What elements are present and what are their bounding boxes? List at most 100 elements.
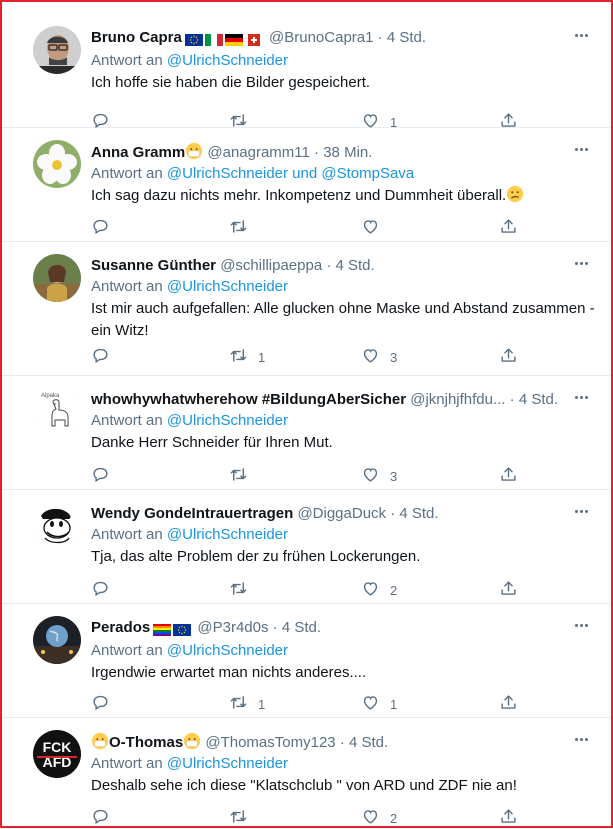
- reply-button[interactable]: [91, 694, 120, 714]
- display-name[interactable]: O-Thomas: [109, 734, 183, 751]
- display-name[interactable]: Anna Gramm: [91, 144, 185, 161]
- avatar[interactable]: [33, 26, 81, 74]
- separator-dot: ·: [390, 505, 396, 522]
- user-handle[interactable]: @ThomasTomy123: [205, 734, 335, 751]
- timestamp[interactable]: 4 Std.: [336, 257, 375, 274]
- reply-context: Antwort an @UlrichSchneider: [91, 753, 597, 775]
- flag-ch-icon: [247, 34, 260, 47]
- separator-dot: ·: [272, 619, 278, 636]
- share-button[interactable]: [499, 694, 518, 714]
- heart-icon: [361, 346, 380, 368]
- mask-face-icon: [183, 732, 201, 751]
- tweet-item[interactable]: Anna Gramm @anagramm11 · 38 Min. Antwort …: [2, 128, 611, 242]
- reply-button[interactable]: [91, 808, 120, 828]
- retweet-icon: [229, 579, 248, 601]
- reply-icon: [91, 217, 110, 239]
- reply-to-link[interactable]: @UlrichSchneider: [167, 642, 288, 659]
- reply-button[interactable]: [91, 347, 120, 367]
- retweet-button[interactable]: [229, 580, 258, 600]
- share-button[interactable]: [499, 466, 518, 486]
- tweet-item[interactable]: Susanne Günther @schillipaeppa · 4 Std. A…: [2, 242, 611, 376]
- reply-button[interactable]: [91, 580, 120, 600]
- reply-to-link[interactable]: @UlrichSchneider und @StompSava: [167, 165, 414, 182]
- retweet-button[interactable]: [229, 466, 258, 486]
- tweet-text-content: Tja, das alte Problem der zu frühen Lock…: [91, 548, 421, 565]
- display-name[interactable]: whowhywhatwherehow #BildungAberSicher: [91, 391, 406, 408]
- reply-context: Antwort an @UlrichSchneider: [91, 524, 597, 546]
- reply-to-link[interactable]: @UlrichSchneider: [167, 755, 288, 772]
- avatar[interactable]: [33, 254, 81, 302]
- reply-to-link[interactable]: @UlrichSchneider: [167, 278, 288, 295]
- timestamp[interactable]: 4 Std.: [349, 734, 388, 751]
- separator-dot: ·: [339, 734, 345, 751]
- reply-prefix: Antwort an: [91, 755, 163, 772]
- timestamp[interactable]: 4 Std.: [282, 619, 321, 636]
- reply-to-link[interactable]: @UlrichSchneider: [167, 526, 288, 543]
- share-button[interactable]: [499, 347, 518, 367]
- timestamp[interactable]: 38 Min.: [323, 144, 372, 161]
- retweet-icon: [229, 217, 248, 239]
- user-handle[interactable]: @anagramm11: [207, 144, 310, 161]
- like-button[interactable]: 3: [361, 466, 397, 486]
- share-icon: [499, 693, 518, 715]
- display-name[interactable]: Bruno Capra: [91, 29, 182, 46]
- retweet-button[interactable]: 1: [229, 347, 265, 367]
- reply-icon: [91, 465, 110, 487]
- reply-to-link[interactable]: @UlrichSchneider: [167, 52, 288, 69]
- like-button[interactable]: 3: [361, 347, 397, 367]
- user-handle[interactable]: @jknjhjfhfdu...: [410, 391, 505, 408]
- reply-to-link[interactable]: @UlrichSchneider: [167, 412, 288, 429]
- name-flags: [153, 620, 193, 640]
- tweet-item[interactable]: FCK AFD O-Thomas @ThomasTomy123 · 4 Std. An…: [2, 718, 611, 828]
- reply-prefix: Antwort an: [91, 52, 163, 69]
- name-flags: [184, 30, 265, 50]
- share-button[interactable]: [499, 580, 518, 600]
- tweet-actions: 13: [91, 347, 516, 367]
- tweet-item[interactable]: Wendy GondeIntrauertragen @DiggaDuck · 4…: [2, 490, 611, 604]
- retweet-button[interactable]: [229, 218, 258, 238]
- retweet-count: 1: [258, 349, 266, 365]
- avatar-text-line-1: FCK: [43, 739, 72, 755]
- like-button[interactable]: 1: [361, 694, 397, 714]
- tweet-header: Perados @P3r4d0s · 4 Std.: [91, 618, 597, 640]
- user-handle[interactable]: @P3r4d0s: [197, 619, 268, 636]
- tweet-text-content: Ich hoffe sie haben die Bilder gespeiche…: [91, 74, 371, 91]
- tweet-item[interactable]: Perados @P3r4d0s · 4 Std. Antwort an @Ulr…: [2, 604, 611, 718]
- reply-button[interactable]: [91, 218, 120, 238]
- display-name[interactable]: Wendy GondeIntrauertragen: [91, 505, 293, 522]
- like-button[interactable]: [361, 218, 390, 238]
- timestamp[interactable]: 4 Std.: [387, 29, 426, 46]
- avatar[interactable]: Alpaka: [33, 388, 81, 436]
- timestamp[interactable]: 4 Std.: [519, 391, 558, 408]
- tweet-item[interactable]: Alpaka whowhywhatwherehow #BildungAberSic…: [2, 376, 611, 490]
- share-button[interactable]: [499, 808, 518, 828]
- display-name[interactable]: Susanne Günther: [91, 257, 216, 274]
- user-handle[interactable]: @DiggaDuck: [297, 505, 386, 522]
- reply-context: Antwort an @UlrichSchneider: [91, 276, 597, 298]
- tweet-header: whowhywhatwherehow #BildungAberSicher @j…: [91, 390, 597, 410]
- reply-prefix: Antwort an: [91, 165, 163, 182]
- tweet-header: Wendy GondeIntrauertragen @DiggaDuck · 4…: [91, 504, 597, 524]
- avatar[interactable]: [33, 616, 81, 664]
- flag-rainbow-icon: [153, 624, 172, 637]
- tweet-item[interactable]: Bruno Capra @BrunoCapra1 · 4 Std. Antwort…: [2, 14, 611, 130]
- retweet-button[interactable]: [229, 808, 258, 828]
- tweet-header: O-Thomas @ThomasTomy123 · 4 Std.: [91, 732, 597, 753]
- user-handle[interactable]: @schillipaeppa: [220, 257, 322, 274]
- reply-icon: [91, 693, 110, 715]
- tweet-header: Anna Gramm @anagramm11 · 38 Min.: [91, 142, 597, 163]
- reply-button[interactable]: [91, 466, 120, 486]
- avatar[interactable]: [33, 502, 81, 550]
- avatar[interactable]: FCK AFD: [33, 730, 81, 778]
- like-count: 2: [390, 582, 398, 598]
- tweet-actions: [91, 218, 516, 238]
- like-button[interactable]: 2: [361, 580, 397, 600]
- retweet-button[interactable]: 1: [229, 694, 265, 714]
- user-handle[interactable]: @BrunoCapra1: [269, 29, 373, 46]
- timestamp[interactable]: 4 Std.: [399, 505, 438, 522]
- display-name[interactable]: Perados: [91, 619, 150, 636]
- like-button[interactable]: 2: [361, 808, 397, 828]
- tweet-text: Deshalb sehe ich diese "Klatschclub " vo…: [91, 775, 597, 797]
- share-button[interactable]: [499, 218, 518, 238]
- avatar[interactable]: [33, 140, 81, 188]
